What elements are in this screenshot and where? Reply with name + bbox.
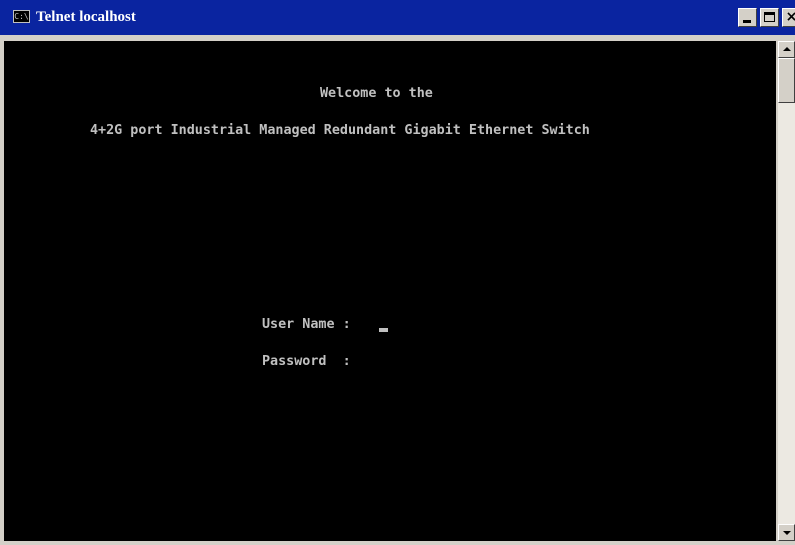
- text-cursor: [379, 328, 388, 332]
- minimize-button[interactable]: [738, 8, 757, 27]
- password-prompt: Password :: [262, 354, 359, 369]
- telnet-window: C:\ Telnet localhost × Welcome to the 4+…: [0, 0, 795, 545]
- maximize-button[interactable]: [760, 8, 779, 27]
- maximize-icon: [764, 12, 775, 22]
- username-prompt: User Name :: [262, 317, 359, 332]
- console-icon[interactable]: C:\: [13, 10, 30, 23]
- close-button[interactable]: ×: [782, 8, 795, 27]
- minimize-icon: [743, 20, 751, 23]
- close-icon: ×: [785, 9, 795, 25]
- window-title: Telnet localhost: [36, 9, 136, 25]
- scrollbar-thumb[interactable]: [778, 58, 795, 103]
- product-name-text: 4+2G port Industrial Managed Redundant G…: [90, 123, 590, 138]
- arrow-up-icon: [783, 47, 791, 51]
- welcome-text: Welcome to the: [320, 86, 433, 101]
- arrow-down-icon: [783, 531, 791, 535]
- scroll-down-button[interactable]: [778, 524, 795, 541]
- title-bar[interactable]: C:\ Telnet localhost ×: [0, 0, 795, 37]
- scroll-up-button[interactable]: [778, 41, 795, 58]
- console-area[interactable]: Welcome to the 4+2G port Industrial Mana…: [4, 41, 776, 541]
- vertical-scrollbar[interactable]: [778, 41, 795, 541]
